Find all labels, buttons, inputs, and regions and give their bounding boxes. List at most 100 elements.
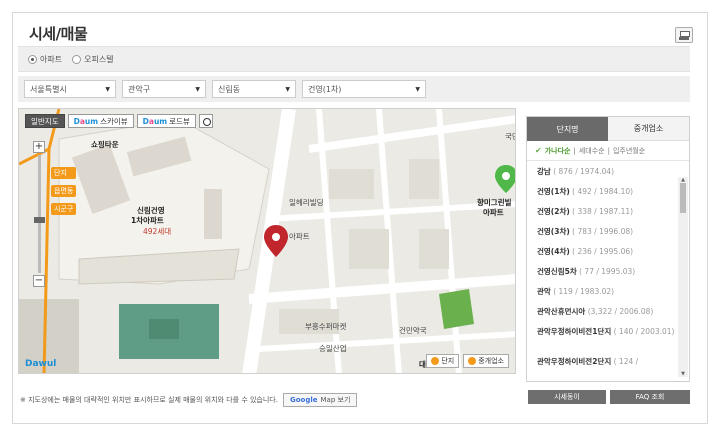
- chevron-down-icon: ▼: [105, 85, 110, 93]
- map-label: 대: [419, 360, 426, 369]
- map-label: 국민: [505, 132, 515, 141]
- print-icon[interactable]: [675, 27, 693, 43]
- radio-dot-selected[interactable]: [28, 54, 37, 64]
- complex-name: 건영(2차): [537, 207, 570, 216]
- google-map-label: Map 보기: [320, 396, 351, 404]
- complex-list[interactable]: 강남 ( 876 / 1974.04) 건영(1차) ( 492 / 1984.1…: [527, 163, 677, 381]
- select-value: 신림동: [218, 84, 241, 94]
- complex-meta: ( 783 / 1996.08): [572, 227, 634, 236]
- agent-dot-icon: [468, 357, 477, 365]
- complex-list-item[interactable]: 강남 ( 876 / 1974.04): [537, 163, 677, 183]
- sort-units[interactable]: 세대수순: [579, 146, 605, 156]
- complex-name: 관악산휴먼시아: [537, 307, 586, 316]
- tab-complex-name[interactable]: 단지명: [527, 117, 608, 141]
- radio-apartment[interactable]: 아파트: [28, 54, 62, 65]
- complex-meta: ( 140 / 2003.01): [613, 327, 675, 336]
- radio-officetel[interactable]: 오피스텔: [72, 54, 114, 65]
- price-inquiry-button[interactable]: 시세동이: [528, 390, 606, 404]
- complex-list-item[interactable]: 건영(3차) ( 783 / 1996.08): [537, 223, 677, 243]
- complex-name: 관악: [537, 287, 551, 296]
- complex-list-item[interactable]: 건영(2차) ( 338 / 1987.11): [537, 203, 677, 223]
- map-legend: 단지 중개업소: [426, 354, 509, 368]
- map-footnote: ※ 지도상에는 매물의 대략적인 위치만 표시하므로 실제 매물의 위치와 다를…: [20, 393, 358, 407]
- sort-separator: |: [573, 146, 576, 155]
- complex-name: 건영신림5차: [537, 267, 577, 276]
- chevron-down-icon: ▼: [415, 85, 420, 93]
- zoom-label-gu[interactable]: 시군구: [51, 203, 77, 215]
- roadview-button[interactable]: Daum 로드뷰: [136, 114, 196, 128]
- map-label: 승일산업: [319, 344, 347, 353]
- complex-meta: ( 124 /: [613, 357, 639, 366]
- zoom-label-complex[interactable]: 단지: [51, 167, 77, 179]
- complex-name: 건영(4차): [537, 247, 570, 256]
- side-tabs: 단지명 중개업소: [527, 117, 689, 141]
- sort-move-in[interactable]: 입주년월순: [613, 146, 645, 156]
- complex-list-item[interactable]: 관악우정하이비전2단지 ( 124 /: [537, 353, 677, 373]
- page-title: 시세/매물: [29, 25, 88, 43]
- region-filter-bar: 서울특별시 ▼ 관악구 ▼ 신림동 ▼ 건영(1차) ▼: [18, 76, 690, 102]
- chevron-down-icon: ▼: [285, 85, 290, 93]
- sort-options: ✔ 가나다순 | 세대수순 | 입주년월순: [527, 141, 689, 161]
- zoom-control: + −: [33, 141, 45, 287]
- daum-logo: Daum: [142, 116, 168, 126]
- zoom-out-button[interactable]: −: [33, 275, 45, 287]
- sort-alphabetical[interactable]: 가나다순: [545, 146, 571, 156]
- complex-name: 건영(1차): [537, 187, 570, 196]
- select-value: 서울특별시: [30, 84, 67, 94]
- check-icon: ✔: [535, 146, 542, 155]
- radio-label: 아파트: [40, 54, 63, 64]
- neighborhood-select[interactable]: 신림동 ▼: [212, 80, 296, 98]
- map-label: 아파트: [483, 208, 504, 217]
- zoom-label-dong[interactable]: 읍면동: [51, 185, 77, 197]
- complex-list-item[interactable]: 관악 ( 119 / 1983.02): [537, 283, 677, 303]
- complex-meta: ( 77 / 1995.03): [579, 267, 636, 276]
- map-label: 1차아파트: [131, 216, 164, 225]
- map-label: 건민약국: [399, 326, 427, 335]
- map-view[interactable]: 일반지도 Daum 스카이뷰 Daum 로드뷰 + − 단지 읍면동 시군구 쇼…: [18, 108, 516, 374]
- current-location-icon[interactable]: [198, 114, 213, 128]
- map-label: 아파트: [289, 232, 310, 241]
- select-value: 건영(1차): [308, 84, 342, 94]
- legend-agent[interactable]: 중개업소: [463, 354, 509, 368]
- district-select[interactable]: 관악구 ▼: [122, 80, 206, 98]
- basic-map-button[interactable]: 일반지도: [25, 114, 65, 128]
- complex-dot-icon: [431, 357, 440, 365]
- complex-meta: ( 492 / 1984.10): [572, 187, 634, 196]
- skyview-label: 스카이뷰: [100, 116, 128, 126]
- list-scrollbar[interactable]: ▲ ▼: [678, 177, 688, 377]
- complex-name: 건영(3차): [537, 227, 570, 236]
- complex-list-panel: 단지명 중개업소 ✔ 가나다순 | 세대수순 | 입주년월순 강남 ( 876 …: [526, 116, 690, 382]
- google-map-button[interactable]: Google Map 보기: [282, 393, 358, 407]
- complex-list-item[interactable]: 건영(4차) ( 236 / 1995.06): [537, 243, 677, 263]
- chevron-down-icon: ▼: [195, 85, 200, 93]
- complex-select[interactable]: 건영(1차) ▼: [302, 80, 426, 98]
- map-label: 일헤리빌딩: [289, 198, 324, 207]
- radio-dot[interactable]: [72, 54, 82, 64]
- zoom-in-button[interactable]: +: [33, 141, 45, 153]
- radio-label: 오피스텔: [84, 54, 114, 64]
- property-type-bar: 아파트 오피스텔: [18, 46, 690, 72]
- zoom-slider[interactable]: [33, 155, 45, 273]
- complex-name: 관악우정하이비전1단지: [537, 327, 612, 336]
- scroll-down-icon[interactable]: ▼: [679, 371, 687, 377]
- complex-list-item[interactable]: 관악산휴먼시아 (3,322 / 2006.08): [537, 303, 677, 323]
- complex-list-item[interactable]: 관악우정하이비전1단지 ( 140 / 2003.01): [537, 323, 677, 353]
- daum-logo: Daum: [73, 116, 99, 126]
- zoom-level-labels: 단지 읍면동 시군구: [51, 167, 77, 215]
- complex-meta: ( 119 / 1983.02): [553, 287, 615, 296]
- map-toolbar: 일반지도 Daum 스카이뷰 Daum 로드뷰: [25, 114, 213, 128]
- complex-meta: ( 338 / 1987.11): [572, 207, 634, 216]
- skyview-button[interactable]: Daum 스카이뷰: [67, 114, 134, 128]
- footnote-text: ※ 지도상에는 매물의 대략적인 위치만 표시하므로 실제 매물의 위치와 다를…: [20, 396, 278, 404]
- scroll-thumb[interactable]: [680, 183, 686, 213]
- zoom-handle[interactable]: [33, 217, 45, 223]
- tab-agents[interactable]: 중개업소: [608, 117, 689, 141]
- legend-complex[interactable]: 단지: [426, 354, 460, 368]
- complex-meta: ( 876 / 1974.04): [553, 167, 615, 176]
- select-value: 관악구: [128, 84, 151, 94]
- faq-button[interactable]: FAQ 조회: [610, 390, 690, 404]
- complex-list-item[interactable]: 건영신림5차 ( 77 / 1995.03): [537, 263, 677, 283]
- city-select[interactable]: 서울특별시 ▼: [24, 80, 116, 98]
- complex-list-item[interactable]: 건영(1차) ( 492 / 1984.10): [537, 183, 677, 203]
- complex-meta: ( 236 / 1995.06): [572, 247, 634, 256]
